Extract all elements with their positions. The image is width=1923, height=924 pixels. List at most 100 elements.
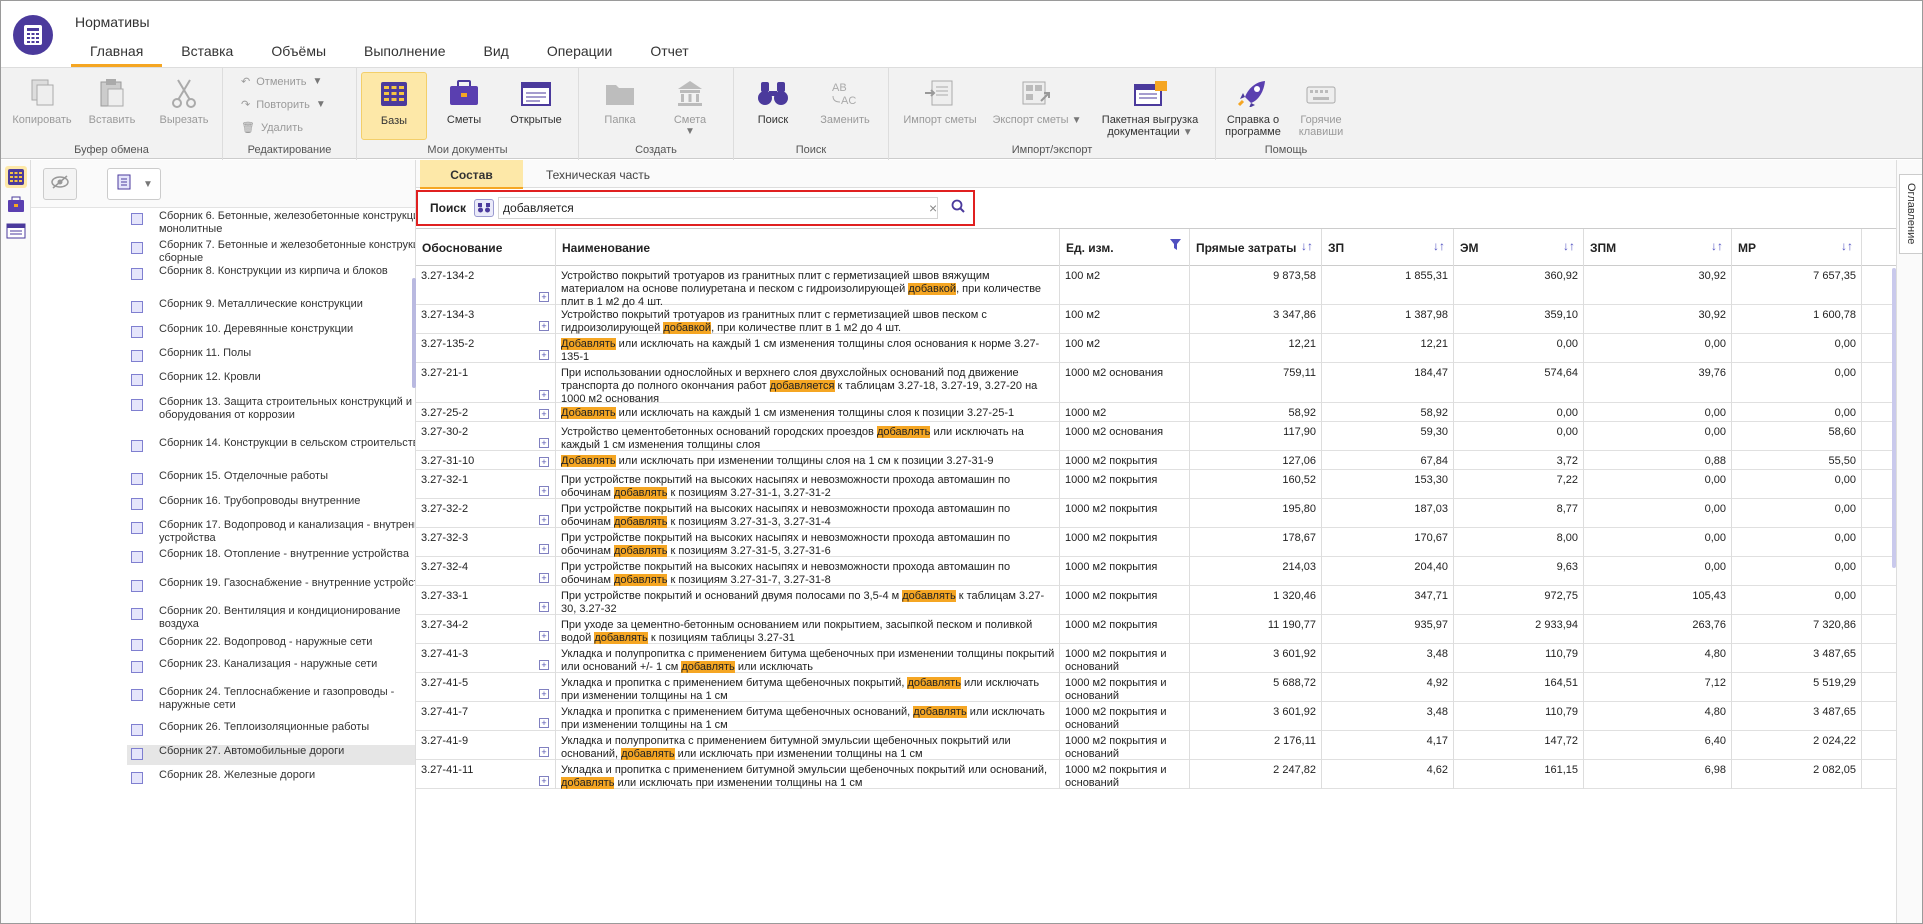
sort-icon[interactable]: ↓↑ (1711, 239, 1723, 253)
table-row[interactable]: 3.27-33-1 + При устройстве покрытий и осно… (416, 586, 1896, 615)
expand-row-icon[interactable]: + (539, 292, 549, 302)
contents-tab[interactable]: Оглавление (1899, 174, 1922, 254)
table-row[interactable]: 3.27-134-2 + Устройство покрытий тротуаров… (416, 266, 1896, 308)
clear-search-icon[interactable]: × (929, 200, 937, 216)
col-header-code[interactable]: Обоснование (416, 229, 556, 267)
sort-icon[interactable]: ↓↑ (1433, 239, 1445, 253)
tree-item[interactable]: Сборник 28. Железные дороги (127, 769, 415, 789)
table-row[interactable]: 3.27-31-10 + Добавлять или исключать при и… (416, 451, 1896, 470)
tree-item[interactable]: Сборник 12. Кровли (127, 371, 415, 391)
tree-item[interactable]: Сборник 7. Бетонные и железобетонные кон… (127, 239, 415, 265)
tree-item[interactable]: Сборник 20. Вентиляция и кондиционирован… (127, 605, 415, 631)
tab-technical-part[interactable]: Техническая часть (528, 160, 668, 189)
expand-row-icon[interactable]: + (539, 776, 549, 786)
table-row[interactable]: 3.27-32-3 + При устройстве покрытий на выс… (416, 528, 1896, 557)
expand-row-icon[interactable]: + (539, 409, 549, 419)
menu-tab-volumes[interactable]: Объёмы (252, 37, 345, 65)
expand-row-icon[interactable]: + (539, 350, 549, 360)
tree-view-dropdown[interactable]: ▼ (107, 168, 161, 200)
table-row[interactable]: 3.27-32-2 + При устройстве покрытий на выс… (416, 499, 1896, 528)
sort-icon[interactable]: ↓↑ (1301, 239, 1313, 253)
table-row[interactable]: 3.27-41-9 + Укладка и полупропитка с приме… (416, 731, 1896, 760)
open-docs-side-icon[interactable] (5, 220, 27, 242)
import-estimate-button[interactable]: Импорт сметы (893, 76, 987, 126)
menu-tab-view[interactable]: Вид (465, 37, 528, 65)
search-ribbon-button[interactable]: Поиск (740, 76, 806, 126)
col-header-unit[interactable]: Ед. изм. (1060, 229, 1190, 267)
estimates-button[interactable]: Сметы (431, 76, 497, 126)
expand-row-icon[interactable]: + (539, 486, 549, 496)
estimates-side-icon[interactable] (5, 194, 27, 216)
menu-tab-insert[interactable]: Вставка (162, 37, 252, 65)
tree-item[interactable]: Сборник 22. Водопровод - наружные сети (127, 636, 415, 656)
table-row[interactable]: 3.27-32-1 + При устройстве покрытий на выс… (416, 470, 1896, 499)
tree-item[interactable]: Сборник 27. Автомобильные дороги (127, 745, 415, 765)
menu-tab-execution[interactable]: Выполнение (345, 37, 464, 65)
expand-row-icon[interactable]: + (539, 515, 549, 525)
expand-row-icon[interactable]: + (539, 390, 549, 400)
tree-item[interactable]: Сборник 18. Отопление - внутренние устро… (127, 548, 415, 574)
bases-button[interactable]: Базы (361, 72, 427, 140)
tree-item[interactable]: Сборник 9. Металлические конструкции (127, 298, 415, 318)
col-header-name[interactable]: Наименование (556, 229, 1060, 267)
hide-toggle-button[interactable] (43, 168, 77, 200)
app-logo-icon[interactable] (13, 15, 53, 55)
expand-row-icon[interactable]: + (539, 544, 549, 554)
table-row[interactable]: 3.27-41-3 + Укладка и полупропитка с приме… (416, 644, 1896, 673)
tree-item[interactable]: Сборник 24. Теплоснабжение и газопроводы… (127, 686, 415, 712)
replace-button[interactable]: AB AC Заменить (812, 76, 878, 126)
export-estimate-button[interactable]: Экспорт сметы ▼ (989, 76, 1085, 126)
expand-row-icon[interactable]: + (539, 747, 549, 757)
cut-button[interactable]: Вырезать (151, 76, 217, 126)
search-input[interactable] (498, 197, 939, 219)
expand-row-icon[interactable]: + (539, 718, 549, 728)
batch-export-button[interactable]: Пакетная выгрузка документации ▼ (1091, 76, 1209, 138)
tree-item[interactable]: Сборник 19. Газоснабжение - внутренние у… (127, 577, 415, 603)
sort-icon[interactable]: ↓↑ (1841, 239, 1853, 253)
tree-item[interactable]: Сборник 16. Трубопроводы внутренние (127, 495, 415, 515)
search-icon[interactable] (951, 199, 965, 218)
tree-item[interactable]: Сборник 23. Канализация - наружные сети (127, 658, 415, 684)
tree-item[interactable]: Сборник 14. Конструкции в сельском строи… (127, 437, 415, 463)
table-row[interactable]: 3.27-134-3 + Устройство покрытий тротуаров… (416, 305, 1896, 334)
table-row[interactable]: 3.27-21-1 + При использовании однослойных … (416, 363, 1896, 405)
tree-item[interactable]: Сборник 15. Отделочные работы (127, 470, 415, 490)
expand-row-icon[interactable]: + (539, 602, 549, 612)
binoculars-search-mode-icon[interactable] (474, 199, 495, 217)
expand-row-icon[interactable]: + (539, 631, 549, 641)
expand-row-icon[interactable]: + (539, 438, 549, 448)
table-row[interactable]: 3.27-41-11 + Укладка и пропитка с применен… (416, 760, 1896, 789)
undo-button[interactable]: ↶ Отменить ▼ (241, 75, 322, 89)
col-header-zp[interactable]: ЗП ↓↑ (1322, 229, 1454, 267)
table-row[interactable]: 3.27-41-5 + Укладка и пропитка с применени… (416, 673, 1896, 702)
table-row[interactable]: 3.27-25-2 + Добавлять или исключать на каж… (416, 403, 1896, 422)
sort-icon[interactable]: ↓↑ (1563, 239, 1575, 253)
filter-icon[interactable] (1170, 239, 1181, 253)
table-row[interactable]: 3.27-32-4 + При устройстве покрытий на выс… (416, 557, 1896, 586)
paste-button[interactable]: Вставить (79, 76, 145, 126)
expand-row-icon[interactable]: + (539, 321, 549, 331)
tree-item[interactable]: Сборник 10. Деревянные конструкции (127, 323, 415, 343)
col-header-direct-costs[interactable]: Прямые затраты ↓↑ (1190, 229, 1322, 267)
menu-tab-operations[interactable]: Операции (528, 37, 632, 65)
table-row[interactable]: 3.27-135-2 + Добавлять или исключать на ка… (416, 334, 1896, 363)
col-header-em[interactable]: ЭМ ↓↑ (1454, 229, 1584, 267)
tree-item[interactable]: Сборник 17. Водопровод и канализация - в… (127, 519, 415, 545)
tree-item[interactable]: Сборник 6. Бетонные, железобетонные конс… (127, 210, 415, 236)
menu-tab-report[interactable]: Отчет (631, 37, 707, 65)
redo-button[interactable]: ↷ Повторить ▼ (241, 98, 326, 112)
table-row[interactable]: 3.27-34-2 + При уходе за цементно-бетонным… (416, 615, 1896, 644)
bases-side-icon[interactable] (5, 166, 27, 188)
delete-button[interactable]: 🗑 Удалить (241, 121, 303, 135)
open-docs-button[interactable]: Открытые (503, 76, 569, 126)
expand-row-icon[interactable]: + (539, 573, 549, 583)
copy-button[interactable]: Копировать (9, 76, 75, 126)
col-header-mr[interactable]: МР ↓↑ (1732, 229, 1862, 267)
tab-composition[interactable]: Состав (420, 160, 523, 189)
table-row[interactable]: 3.27-41-7 + Укладка и пропитка с применени… (416, 702, 1896, 731)
tree-item[interactable]: Сборник 8. Конструкции из кирпича и блок… (127, 265, 415, 291)
expand-row-icon[interactable]: + (539, 689, 549, 699)
hotkeys-button[interactable]: Горячие клавиши (1288, 76, 1354, 138)
folder-button[interactable]: Папка (587, 76, 653, 126)
tree-item[interactable]: Сборник 11. Полы (127, 347, 415, 367)
